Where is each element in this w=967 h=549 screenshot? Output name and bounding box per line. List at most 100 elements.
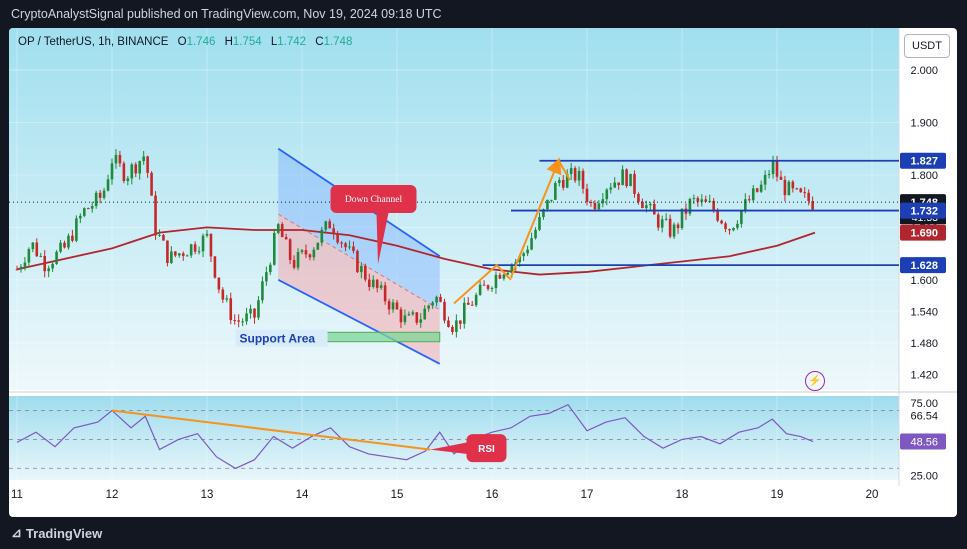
candle-down [328, 221, 332, 229]
candle-up [435, 296, 438, 303]
candle-up [660, 219, 664, 228]
candle-up [249, 308, 252, 314]
price-badge-text: 1.827 [910, 156, 938, 168]
candle-down [791, 181, 795, 189]
candle-up [419, 319, 423, 323]
candle-up [261, 281, 264, 301]
candle-down [451, 326, 454, 332]
candle-down [459, 320, 462, 324]
candle-up [407, 314, 411, 316]
price-tick-label: 1.540 [910, 306, 938, 318]
candle-down [652, 203, 656, 215]
candle-up [379, 285, 383, 288]
candle-down [728, 229, 731, 231]
candle-down [395, 302, 399, 310]
support-area-zone [320, 331, 441, 343]
candle-up [494, 274, 498, 288]
candle-up [348, 246, 351, 248]
candle-up [110, 163, 114, 180]
candle-down [439, 296, 442, 302]
tradingview-logo[interactable]: ⊿ TradingView [11, 525, 102, 541]
candle-down [573, 168, 577, 181]
candle-up [629, 173, 632, 187]
candle-up [423, 308, 427, 320]
candle-up [649, 203, 652, 206]
candle-up [130, 164, 134, 179]
candle-up [502, 274, 506, 279]
time-tick-label: 16 [486, 489, 499, 501]
price-chart-svg[interactable]: Down Channel Support Area RSI 2.000 1.900 1… [9, 28, 957, 517]
time-tick-label: 14 [296, 489, 309, 501]
candle-up [51, 263, 54, 269]
lightning-icon[interactable]: ⚡ [805, 371, 825, 391]
close-label: C [315, 36, 324, 48]
symbol-legend[interactable]: OP / TetherUS, 1h, BINANCE O1.746 H1.754… [18, 36, 352, 48]
candle-up [577, 170, 581, 181]
candle-up [142, 156, 145, 162]
candle-up [138, 161, 142, 174]
candle-up [276, 224, 280, 233]
candle-up [189, 244, 193, 256]
candle-up [158, 234, 161, 236]
candle-up [31, 242, 35, 250]
candle-down [498, 274, 502, 279]
candle-up [664, 218, 668, 220]
publisher-header: CryptoAnalystSignal published on Trading… [0, 0, 967, 28]
candle-up [67, 235, 70, 248]
high-label: H [224, 36, 233, 48]
candle-up [312, 249, 316, 258]
high-value: 1.754 [232, 36, 262, 48]
candle-down [803, 192, 807, 194]
candle-down [288, 239, 292, 261]
rsi-callout-label: RSI [478, 444, 495, 455]
candle-up [759, 184, 763, 192]
candle-down [443, 301, 446, 321]
candle-down [229, 298, 233, 321]
candle-up [82, 208, 86, 216]
candle-down [86, 208, 90, 210]
candle-down [292, 260, 296, 268]
candle-down [340, 242, 343, 244]
candle-down [656, 214, 660, 228]
candle-up [569, 168, 573, 175]
chart-panel[interactable]: Down Channel Support Area RSI 2.000 1.900 1… [9, 28, 957, 517]
candle-down [134, 164, 138, 174]
candle-up [23, 262, 27, 267]
candle-down [304, 250, 308, 255]
price-badge-text: 1.690 [910, 228, 938, 240]
candle-down [336, 234, 339, 243]
candle-up [225, 298, 229, 300]
price-tick-label: 1.420 [910, 369, 938, 381]
candle-down [237, 320, 240, 322]
candle-up [490, 287, 494, 289]
time-tick-label: 12 [106, 489, 119, 501]
currency-button[interactable]: USDT [904, 34, 950, 58]
candle-down [253, 308, 256, 318]
tv-logo-icon: ⊿ [11, 525, 22, 540]
price-tick-label: 1.800 [910, 170, 938, 182]
candle-down [486, 285, 490, 289]
candle-up [201, 235, 205, 252]
candle-down [43, 255, 47, 272]
low-value: 1.742 [277, 36, 307, 48]
candle-up [19, 266, 23, 270]
candle-down [352, 246, 355, 251]
candle-up [296, 252, 300, 268]
price-pane-background [9, 28, 899, 390]
candle-up [371, 279, 375, 287]
candle-up [744, 199, 747, 211]
candle-up [767, 174, 771, 176]
candle-down [716, 210, 719, 221]
price-tick-label: 2.000 [910, 65, 938, 77]
rsi-tick-label: 66.54 [910, 410, 938, 422]
time-tick-label: 13 [201, 489, 214, 501]
candle-up [700, 199, 704, 202]
candle-down [807, 192, 810, 202]
candle-down [150, 172, 153, 196]
candle-up [534, 229, 537, 239]
candle-up [431, 302, 434, 306]
candle-up [530, 238, 533, 250]
candle-down [399, 309, 403, 323]
candle-up [538, 216, 541, 230]
candle-down [367, 279, 371, 287]
